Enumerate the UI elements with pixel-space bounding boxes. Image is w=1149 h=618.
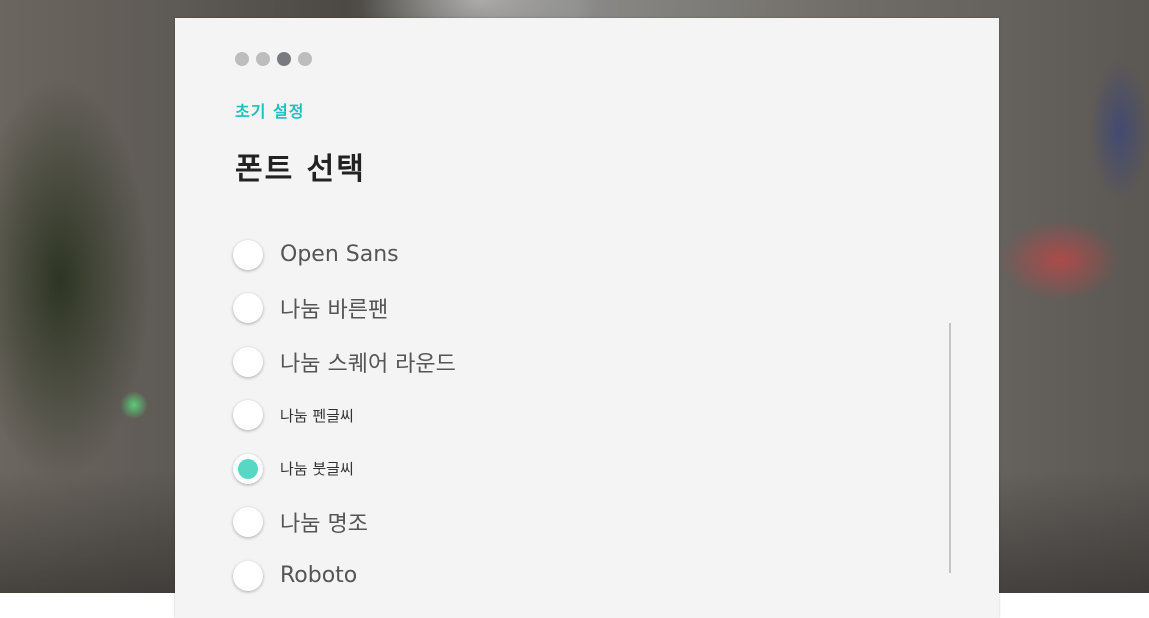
step-dot-3 bbox=[277, 52, 291, 66]
step-dot-1 bbox=[235, 52, 249, 66]
radio-button[interactable] bbox=[233, 239, 263, 270]
font-option-label: Open Sans bbox=[280, 242, 399, 268]
font-option-label: 나눔 스퀘어 라운드 bbox=[280, 351, 456, 377]
font-option-nanum-pen[interactable]: 나눔 펜글씨 bbox=[233, 389, 933, 443]
page-subtitle: 초기 설정 bbox=[235, 102, 305, 121]
font-option-label: 나눔 바른팬 bbox=[280, 298, 389, 324]
radio-button[interactable] bbox=[233, 293, 263, 324]
step-indicator bbox=[235, 52, 312, 66]
font-option-open-sans[interactable]: Open Sans bbox=[233, 228, 933, 282]
font-option-roboto[interactable]: Roboto bbox=[233, 549, 933, 603]
font-option-label: 나눔 붓글씨 bbox=[280, 460, 354, 479]
radio-button[interactable] bbox=[233, 346, 263, 377]
font-option-label: 나눔 펜글씨 bbox=[280, 406, 354, 425]
font-option-label: 나눔 명조 bbox=[280, 512, 368, 538]
font-option-label: Roboto bbox=[280, 563, 358, 589]
font-option-nanum-barunpen[interactable]: 나눔 바른팬 bbox=[233, 282, 933, 336]
font-option-nanum-brush[interactable]: 나눔 붓글씨 bbox=[233, 442, 933, 496]
step-dot-4 bbox=[298, 52, 312, 66]
font-option-nanum-myeongjo[interactable]: 나눔 명조 bbox=[233, 496, 933, 550]
scrollbar[interactable] bbox=[949, 323, 951, 573]
page-title: 폰트 선택 bbox=[235, 152, 366, 187]
radio-button[interactable] bbox=[233, 507, 263, 538]
font-option-list: Open Sans 나눔 바른팬 나눔 스퀘어 라운드 나눔 펜글씨 나눔 붓글… bbox=[233, 228, 933, 603]
radio-button[interactable] bbox=[233, 400, 263, 431]
radio-fill bbox=[238, 458, 258, 479]
font-option-nanum-square-round[interactable]: 나눔 스퀘어 라운드 bbox=[233, 335, 933, 389]
radio-button[interactable] bbox=[233, 560, 263, 591]
radio-button[interactable] bbox=[233, 453, 263, 484]
step-dot-2 bbox=[256, 52, 270, 66]
setup-card: 초기 설정 폰트 선택 Open Sans 나눔 바른팬 나눔 스퀘어 라운드 … bbox=[175, 18, 999, 618]
